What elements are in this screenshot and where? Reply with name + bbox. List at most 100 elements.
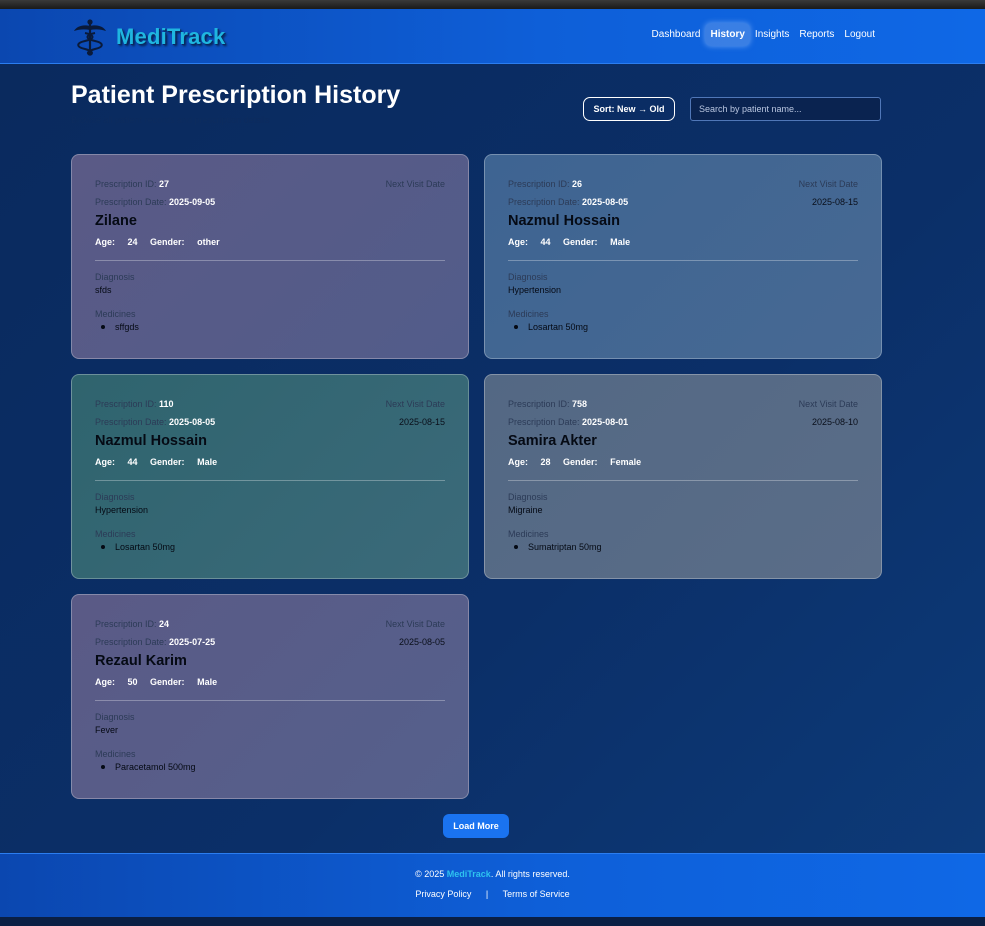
medicines-label: Medicines — [508, 529, 549, 539]
terms-of-service-link[interactable]: Terms of Service — [503, 889, 570, 899]
prescription-id-label: Prescription ID: — [508, 399, 570, 409]
medicines-list: Losartan 50mg — [513, 322, 589, 332]
diagnosis-value: Fever — [95, 725, 119, 735]
page-subtitle: Browse all patient records and prescript… — [71, 115, 270, 125]
prescription-id-value: 27 — [159, 179, 170, 189]
next-visit-date: 2025-08-15 — [811, 197, 858, 207]
prescription-card[interactable]: Prescription ID: 110 Prescription Date: … — [71, 374, 469, 579]
prescription-date-label: Prescription Date: — [95, 197, 167, 207]
window-bottom-strip — [0, 917, 985, 926]
age-value: 28 — [540, 457, 551, 467]
patient-gender: Gender: other — [150, 237, 220, 247]
next-visit-label: Next Visit Date — [385, 619, 445, 629]
nav-logout[interactable]: Logout — [839, 23, 880, 46]
brand[interactable]: MediTrack — [72, 17, 225, 57]
gender-value: Male — [197, 677, 218, 687]
card-divider — [95, 700, 445, 701]
copyright: © 2025 MediTrack. All rights reserved. — [0, 869, 985, 879]
medicines-label: Medicines — [95, 309, 136, 319]
window-top-strip — [0, 0, 985, 9]
age-label: Age: — [95, 677, 115, 687]
prescription-id-value: 110 — [159, 399, 174, 409]
patient-meta: Age: 44 Gender: Male — [508, 237, 630, 247]
medicine-item: Losartan 50mg — [513, 322, 589, 332]
medicine-item: Paracetamol 500mg — [101, 762, 196, 772]
prescription-card[interactable]: Prescription ID: 24 Prescription Date: 2… — [71, 594, 469, 799]
patient-name: Zilane — [95, 213, 137, 229]
age-label: Age: — [95, 237, 115, 247]
next-visit-date: 2025-08-15 — [398, 417, 445, 427]
privacy-policy-link[interactable]: Privacy Policy — [415, 889, 471, 899]
medicines-label: Medicines — [508, 309, 549, 319]
main-nav: Dashboard History Insights Reports Logou… — [647, 23, 880, 46]
brand-name: MediTrack — [116, 24, 226, 49]
patient-age: Age: 44 — [508, 237, 551, 247]
prescription-id-value: 26 — [572, 179, 583, 189]
page-title: Patient Prescription History — [71, 81, 401, 109]
prescription-date-value: 2025-08-05 — [169, 417, 216, 427]
patient-gender: Gender: Female — [563, 457, 641, 467]
gender-label: Gender: — [563, 237, 598, 247]
gender-label: Gender: — [150, 677, 185, 687]
diagnosis-value: Hypertension — [508, 285, 562, 295]
copyright-suffix: . All rights reserved. — [490, 869, 570, 879]
patient-age: Age: 28 — [508, 457, 551, 467]
prescription-date: Prescription Date: 2025-07-25 — [95, 637, 215, 647]
card-divider — [95, 480, 445, 481]
prescription-card[interactable]: Prescription ID: 26 Prescription Date: 2… — [484, 154, 882, 359]
prescription-id-label: Prescription ID: — [95, 179, 157, 189]
navbar: MediTrack Dashboard History Insights Rep… — [0, 9, 985, 64]
gender-value: Female — [610, 457, 642, 467]
caduceus-icon — [74, 19, 106, 56]
next-visit-date: 2025-08-05 — [398, 637, 445, 647]
prescription-date: Prescription Date: 2025-08-05 — [95, 417, 215, 427]
prescription-card[interactable]: Prescription ID: 758 Prescription Date: … — [484, 374, 882, 579]
medicine-item: Sumatriptan 50mg — [514, 542, 602, 552]
load-more-button[interactable]: Load More — [443, 814, 509, 838]
medicines-label: Medicines — [95, 749, 136, 759]
prescription-date-label: Prescription Date: — [95, 417, 167, 427]
prescription-id-label: Prescription ID: — [95, 399, 157, 409]
nav-reports[interactable]: Reports — [794, 23, 839, 46]
search-input[interactable] — [690, 97, 881, 121]
prescription-date: Prescription Date: 2025-08-01 — [508, 417, 628, 427]
footer-separator: | — [485, 889, 489, 899]
prescription-date: Prescription Date: 2025-08-05 — [508, 197, 628, 207]
card-divider — [508, 480, 858, 481]
next-visit-label: Next Visit Date — [385, 399, 445, 409]
patient-age: Age: 24 — [95, 237, 138, 247]
age-value: 44 — [540, 237, 551, 247]
diagnosis-label: Diagnosis — [95, 272, 135, 282]
sort-button[interactable]: Sort: New → Old — [583, 97, 675, 121]
patient-age: Age: 50 — [95, 677, 138, 687]
prescription-id-value: 758 — [572, 399, 588, 409]
patient-name: Nazmul Hossain — [508, 213, 620, 229]
prescription-id: Prescription ID: 758 — [508, 399, 587, 409]
footer: © 2025 MediTrack. All rights reserved. P… — [0, 853, 985, 917]
medicine-item: sffgds — [101, 322, 139, 332]
diagnosis-label: Diagnosis — [95, 492, 135, 502]
age-value: 24 — [127, 237, 138, 247]
patient-age: Age: 44 — [95, 457, 138, 467]
medicines-list: Losartan 50mg — [100, 542, 175, 552]
patient-meta: Age: 24 Gender: other — [95, 237, 220, 247]
prescription-date-label: Prescription Date: — [508, 197, 580, 207]
nav-history[interactable]: History — [705, 23, 750, 46]
prescription-date-label: Prescription Date: — [95, 637, 167, 647]
prescription-id: Prescription ID: 27 — [95, 179, 169, 189]
patient-meta: Age: 44 Gender: Male — [95, 457, 217, 467]
patient-gender: Gender: Male — [150, 457, 217, 467]
gender-value: other — [197, 237, 220, 247]
patient-gender: Gender: Male — [563, 237, 630, 247]
next-visit-label: Next Visit Date — [798, 179, 858, 189]
nav-insights[interactable]: Insights — [750, 23, 794, 46]
patient-name: Nazmul Hossain — [95, 433, 207, 449]
prescription-id-value: 24 — [159, 619, 170, 629]
medicines-list: sffgds — [101, 322, 139, 332]
prescription-date-value: 2025-07-25 — [169, 637, 216, 647]
age-value: 44 — [127, 457, 138, 467]
nav-dashboard[interactable]: Dashboard — [647, 23, 706, 46]
diagnosis-value: sfds — [95, 285, 112, 295]
prescription-card[interactable]: Prescription ID: 27 Prescription Date: 2… — [71, 154, 469, 359]
prescription-id: Prescription ID: 26 — [508, 179, 582, 189]
